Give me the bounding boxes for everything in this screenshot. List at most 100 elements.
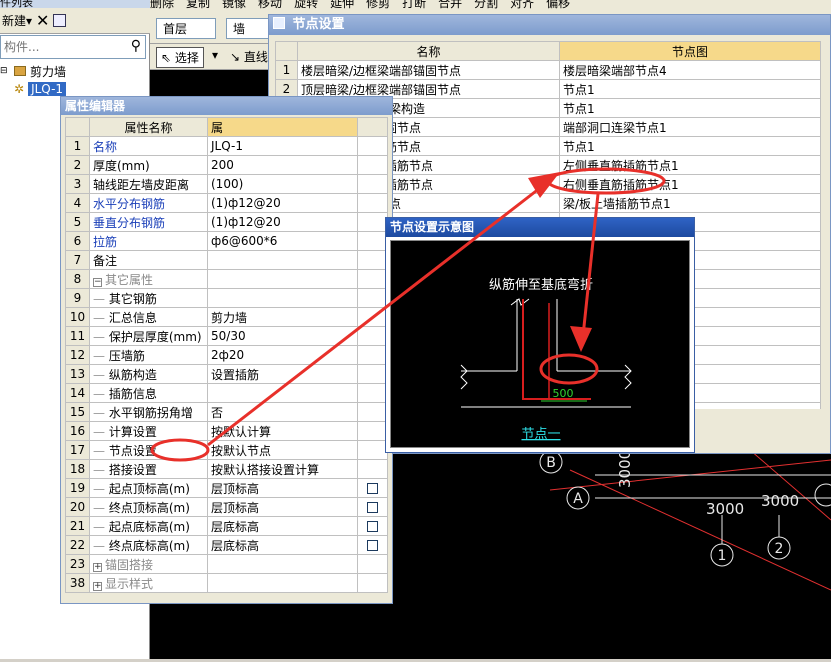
copy-icon[interactable] [53,14,67,27]
property-value[interactable]: 层底标高 [207,516,358,536]
property-row[interactable]: 18— 搭接设置 按默认搭接设置计算 [65,459,388,479]
property-row[interactable]: 20— 终点顶标高(m) 层顶标高 [65,497,388,517]
property-value[interactable] [207,269,358,289]
expand-icon[interactable]: − [93,277,102,287]
property-value[interactable]: (1)ф12@20 [207,212,358,232]
toolbar-button[interactable]: 旋转 [294,0,318,10]
toolbar-button[interactable]: 打断 [402,0,426,10]
node-row[interactable]: 1 楼层暗梁/边框梁端部锚固节点 楼层暗梁端部节点4 [275,60,821,80]
property-value[interactable]: 层顶标高 [207,478,358,498]
delete-icon[interactable]: ✕ [36,11,49,30]
axis-label-b: B [546,455,556,471]
attach-checkbox[interactable] [367,540,378,551]
expand-icon[interactable]: + [93,581,102,591]
expand-icon[interactable]: + [93,562,102,572]
property-value[interactable]: 按默认搭接设置计算 [207,459,358,479]
property-value[interactable] [207,250,358,270]
property-row[interactable]: 22— 终点底标高(m) 层底标高 [65,535,388,555]
property-row[interactable]: 4 水平分布钢筋 (1)ф12@20 [65,193,388,213]
node-diagram-window: 节点设置示意图 纵筋伸至基底弯折 500 节点一 [385,217,695,453]
property-row[interactable]: 16— 计算设置 按默认计算 [65,421,388,441]
attach-checkbox[interactable] [367,483,378,494]
property-value[interactable]: 200 [207,155,358,175]
property-row[interactable]: 7 备注 [65,250,388,270]
line-button[interactable]: ↘ 直线 [230,48,268,65]
property-value[interactable]: 层顶标高 [207,497,358,517]
new-component-label: 新建 [2,14,27,28]
chevron-down-icon[interactable]: ▾ [212,48,218,62]
property-value[interactable]: 设置插筋 [207,364,358,384]
property-value[interactable] [207,573,358,593]
node-value[interactable]: 端部洞口连梁节点1 [559,117,821,137]
toolbar-button[interactable]: 删除 [150,0,174,10]
new-component-button[interactable]: 新建▾ [2,12,32,29]
toolbar-button[interactable]: 分割 [474,0,498,10]
property-row[interactable]: 13— 纵筋构造 设置插筋 [65,364,388,384]
collapse-icon[interactable]: ⊟ [0,66,10,76]
attach-checkbox[interactable] [367,502,378,513]
node-diagram-titlebar[interactable]: 节点设置示意图 [386,218,694,237]
node-value[interactable]: 梁/板上墙插筋节点1 [559,193,821,213]
tree-item-shear-wall[interactable]: ⊟ 剪力墙 [0,62,150,80]
property-value[interactable]: 剪力墙 [207,307,358,327]
property-row[interactable]: 14— 插筋信息 [65,383,388,403]
row-number: 20 [65,497,90,517]
property-row[interactable]: 38 + 显示样式 [65,573,388,593]
attach-checkbox[interactable] [367,521,378,532]
property-value[interactable]: ф6@600*6 [207,231,358,251]
node-value[interactable]: 楼层暗梁端部节点4 [559,60,821,80]
toolbar-button[interactable]: 移动 [258,0,282,10]
chevron-down-icon[interactable]: ▾ [26,14,32,28]
property-row[interactable]: 2 厚度(mm) 200 [65,155,388,175]
property-value[interactable]: 按默认计算 [207,421,358,441]
row-number: 12 [65,345,90,365]
property-row[interactable]: 5 垂直分布钢筋 (1)ф12@20 [65,212,388,232]
property-row[interactable]: 9— 其它钢筋 [65,288,388,308]
property-row[interactable]: 23 + 锚固搭接 [65,554,388,574]
node-settings-titlebar[interactable]: 节点设置 [269,15,830,35]
toolbar-button[interactable]: 合并 [438,0,462,10]
property-editor-titlebar[interactable]: 属性编辑器 [61,97,392,115]
node-value[interactable]: 左侧垂直筋插筋节点1 [559,155,821,175]
name-column-header: 名称 [297,41,560,61]
property-value[interactable] [207,554,358,574]
toolbar-button[interactable]: 延伸 [330,0,354,10]
property-row[interactable]: 15— 水平钢筋拐角增否 [65,402,388,422]
property-value[interactable]: 否 [207,402,358,422]
toolbar-button[interactable]: 镜像 [222,0,246,10]
property-value[interactable] [207,383,358,403]
property-row[interactable]: 8− 其它属性 [65,269,388,289]
property-value[interactable]: 2ф20 [207,345,358,365]
search-icon[interactable]: ⚲ [131,38,141,54]
toolbar-button[interactable]: 复制 [186,0,210,10]
diagram-caption: 纵筋伸至基底弯折 [489,277,593,293]
property-row[interactable]: 3 轴线距左墙皮距离 (100) [65,174,388,194]
property-row[interactable]: 10— 汇总信息 剪力墙 [65,307,388,327]
node-diagram-title: 节点设置示意图 [390,220,475,234]
toolbar-button[interactable]: 修剪 [366,0,390,10]
property-value[interactable] [207,288,358,308]
node-label[interactable]: 节点一 [521,427,560,442]
property-value[interactable]: JLQ-1 [207,136,358,156]
property-value[interactable]: 按默认节点 [207,440,358,460]
node-value[interactable]: 右侧垂直筋插筋节点1 [559,174,821,194]
node-value[interactable]: 节点1 [559,98,821,118]
select-button[interactable]: ⇖ 选择 [156,47,204,68]
property-row[interactable]: 21— 起点底标高(m) 层底标高 [65,516,388,536]
property-row[interactable]: 19— 起点顶标高(m) 层顶标高 [65,478,388,498]
toolbar-button[interactable]: 对齐 [510,0,534,10]
property-value[interactable]: (100) [207,174,358,194]
property-value[interactable]: 50/30 [207,326,358,346]
floor-select[interactable]: 首层 [156,18,216,39]
toolbar-button[interactable]: 偏移 [546,0,570,10]
property-value[interactable]: (1)ф12@20 [207,193,358,213]
property-row[interactable]: 17— 节点设置 按默认节点 [65,440,388,460]
property-row[interactable]: 6 拉筋 ф6@600*6 [65,231,388,251]
node-value[interactable]: 节点1 [559,136,821,156]
property-row[interactable]: 12— 压墙筋 2ф20 [65,345,388,365]
property-row[interactable]: 11— 保护层厚度(mm) 50/30 [65,326,388,346]
property-value[interactable]: 层底标高 [207,535,358,555]
component-search-input[interactable] [2,37,120,57]
property-row[interactable]: 1 名称 JLQ-1 [65,136,388,156]
node-value[interactable]: 节点1 [559,79,821,99]
